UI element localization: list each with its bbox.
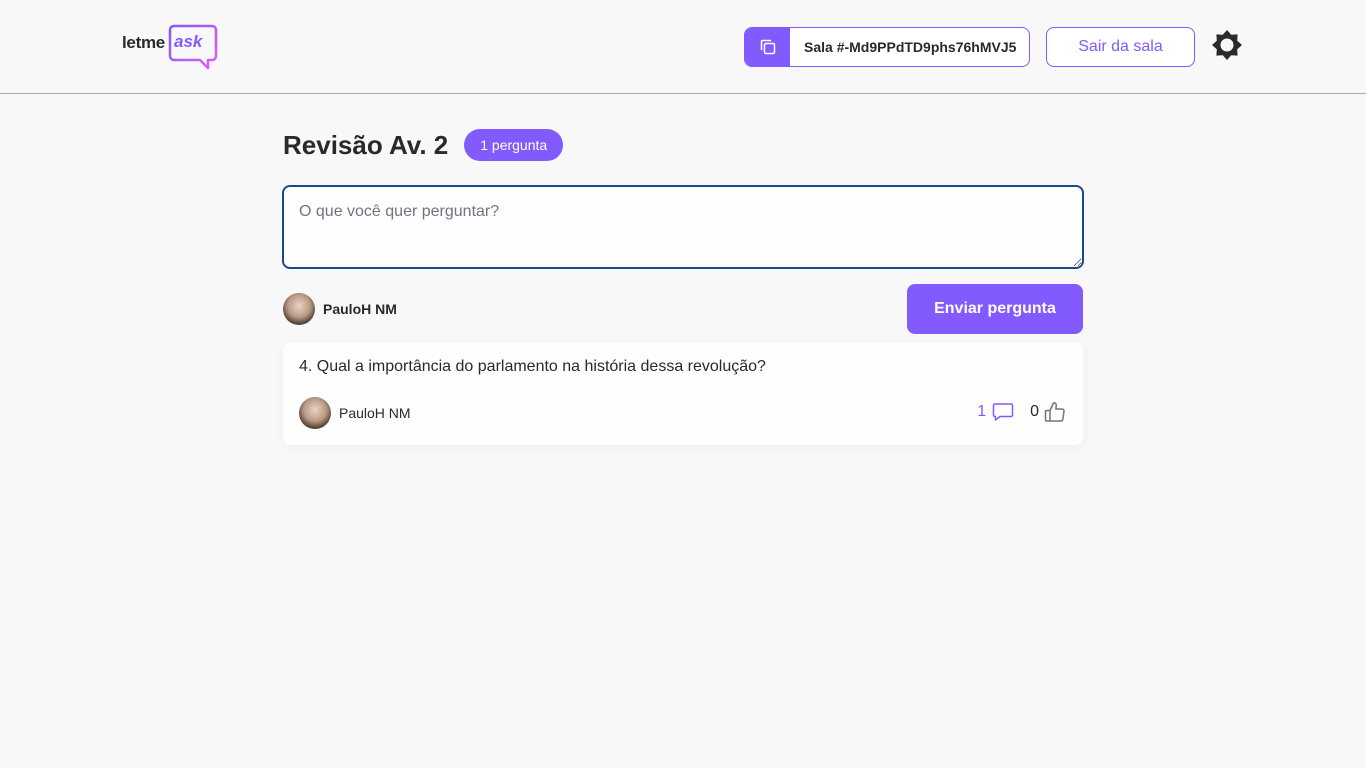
thumbs-up-icon <box>1044 402 1065 422</box>
logo-accent: ask <box>174 32 203 51</box>
page-title: Revisão Av. 2 <box>283 129 449 160</box>
current-user: PauloH NM <box>283 293 397 325</box>
logo-text: letme <box>122 33 165 52</box>
leave-room-button[interactable]: Sair da sala <box>1046 27 1195 67</box>
question-actions: 1 0 <box>977 400 1067 424</box>
like-button[interactable]: 0 <box>1030 400 1067 424</box>
question-input[interactable] <box>282 185 1084 269</box>
question-card: 4. Qual a importância do parlamento na h… <box>283 342 1083 445</box>
question-text: 4. Qual a importância do parlamento na h… <box>299 358 766 375</box>
room-code-button[interactable]: Sala #-Md9PPdTD9phs76hMVJ5 <box>744 27 1030 67</box>
room-title-row: Revisão Av. 2 1 pergunta <box>283 128 564 162</box>
room-code-label: Sala #-Md9PPdTD9phs76hMVJ5 <box>804 39 1017 55</box>
author-name: PauloH NM <box>339 405 411 421</box>
avatar <box>299 397 331 429</box>
copy-icon <box>745 28 790 66</box>
sun-icon <box>1212 30 1242 60</box>
reply-count: 1 <box>977 403 987 420</box>
logo[interactable]: letme ask <box>122 24 218 70</box>
question-author: PauloH NM <box>299 397 411 429</box>
header: letme ask Sala #-Md9PPdTD9phs76hMVJ5 Sai… <box>0 0 1366 94</box>
send-question-button[interactable]: Enviar pergunta <box>907 284 1083 334</box>
theme-toggle[interactable] <box>1210 28 1244 62</box>
comment-icon <box>992 403 1014 421</box>
user-name: PauloH NM <box>323 301 397 317</box>
question-count-badge: 1 pergunta <box>464 129 564 161</box>
avatar <box>283 293 315 325</box>
like-count: 0 <box>1030 403 1039 420</box>
reply-button[interactable]: 1 <box>977 402 1014 422</box>
